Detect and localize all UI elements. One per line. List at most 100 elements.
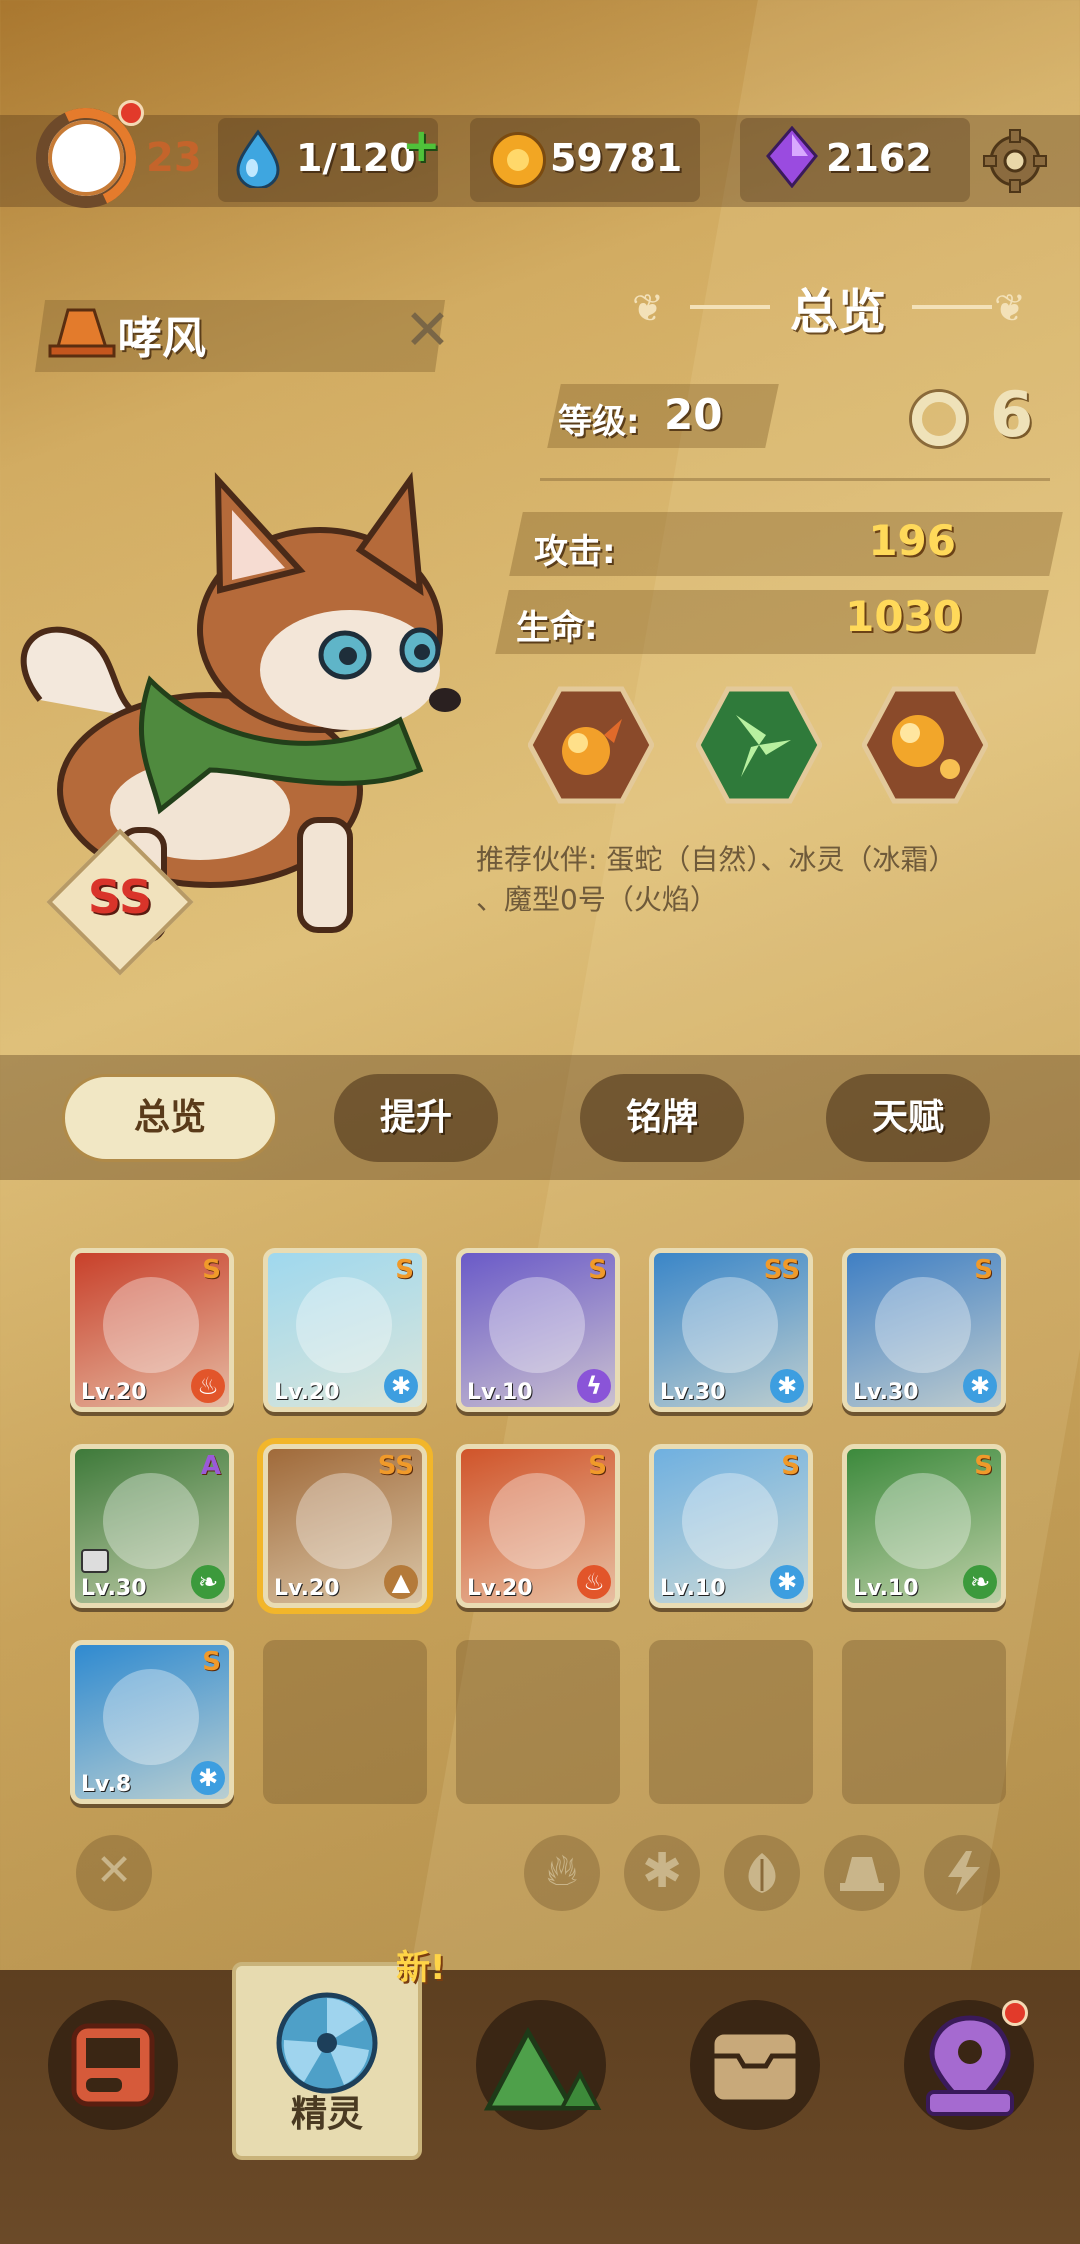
- star-count: 6: [990, 378, 1034, 451]
- pet-portrait: [682, 1277, 778, 1373]
- hp-label: 生命:: [516, 608, 598, 648]
- skill-wind-icon[interactable]: [696, 685, 822, 805]
- thunder-filter-icon: [948, 1851, 980, 1895]
- pet-rank: S: [781, 1451, 800, 1481]
- earth-element-icon: [48, 308, 116, 358]
- pet-card[interactable]: S Lv.8 ✱: [70, 1640, 234, 1804]
- pet-portrait: [103, 1277, 199, 1373]
- nature-element-icon: ❧: [191, 1565, 225, 1599]
- earth-filter-icon: [840, 1857, 884, 1891]
- pet-rank: S: [974, 1451, 993, 1481]
- pet-level: Lv.30: [853, 1380, 919, 1405]
- chest-icon: [709, 2029, 801, 2105]
- title-deco-right: [912, 305, 992, 309]
- pet-portrait: [296, 1277, 392, 1373]
- coin-icon: [490, 132, 546, 188]
- pet-portrait: [489, 1277, 585, 1373]
- pet-level: Lv.20: [81, 1380, 147, 1405]
- pet-level: Lv.10: [660, 1576, 726, 1601]
- pet-card[interactable]: S Lv.20 ♨: [70, 1248, 234, 1412]
- level-value: 20: [664, 390, 723, 439]
- coins-value: 59781: [550, 136, 683, 180]
- nav-device-button[interactable]: [48, 2000, 178, 2130]
- ice-element-icon: ✱: [384, 1369, 418, 1403]
- pet-rank: S: [974, 1255, 993, 1285]
- filter-earth-button[interactable]: [824, 1835, 900, 1911]
- pet-portrait: [875, 1473, 971, 1569]
- empty-slot: [649, 1640, 813, 1804]
- skill-fireball-icon[interactable]: [528, 685, 654, 805]
- pet-level: Lv.20: [274, 1576, 340, 1601]
- overview-title: 总览: [790, 284, 887, 340]
- pet-portrait: [103, 1669, 199, 1765]
- pet-level: Lv.20: [467, 1576, 533, 1601]
- add-stamina-icon[interactable]: +: [402, 118, 441, 172]
- pet-level: Lv.30: [81, 1576, 147, 1601]
- thunder-element-icon: ϟ: [577, 1369, 611, 1403]
- pet-card[interactable]: SS Lv.20 ▲: [263, 1444, 427, 1608]
- new-badge: 新!: [396, 1948, 446, 1988]
- pet-card[interactable]: S Lv.30 ✱: [842, 1248, 1006, 1412]
- pet-portrait: [296, 1473, 392, 1569]
- title-ornament-left-icon: ❦: [632, 286, 664, 330]
- fire-element-icon: ♨: [191, 1369, 225, 1403]
- attack-label: 攻击:: [534, 532, 616, 572]
- mountain-icon: [483, 2026, 602, 2111]
- attack-value: 196: [868, 516, 956, 565]
- recommend-line-1: 推荐伙伴: 蛋蛇（自然）、冰灵（冰霜）: [476, 843, 957, 876]
- pet-portrait: [875, 1277, 971, 1373]
- pet-card[interactable]: S Lv.20 ✱: [263, 1248, 427, 1412]
- pet-rank: S: [588, 1255, 607, 1285]
- skill-orb-icon[interactable]: [862, 685, 988, 805]
- hp-value: 1030: [845, 592, 962, 641]
- divider: [540, 478, 1050, 481]
- empty-slot: [842, 1640, 1006, 1804]
- tab-upgrade[interactable]: 提升: [334, 1074, 498, 1162]
- lock-icon: [81, 1549, 109, 1573]
- clear-icon: ✕: [95, 1845, 133, 1896]
- device-icon: [71, 2023, 155, 2107]
- pet-card[interactable]: S Lv.10 ❧: [842, 1444, 1006, 1608]
- star-ring-icon: [912, 392, 966, 446]
- recommend-line-2: 、魔型0号（火焰）: [476, 883, 718, 916]
- pet-name: 哮风: [118, 313, 206, 364]
- grade-text: SS: [87, 870, 153, 924]
- pet-card[interactable]: SS Lv.30 ✱: [649, 1248, 813, 1412]
- filter-nature-button[interactable]: [724, 1835, 800, 1911]
- pet-rank: S: [202, 1255, 221, 1285]
- ice-element-icon: ✱: [963, 1369, 997, 1403]
- pet-portrait: [489, 1473, 585, 1569]
- leaf-filter-icon: [748, 1853, 776, 1893]
- nav-pets-label: 精灵: [290, 2094, 363, 2135]
- nav-adventure-button[interactable]: [476, 2000, 606, 2130]
- pet-card[interactable]: S Lv.10 ✱: [649, 1444, 813, 1608]
- empty-slot: [456, 1640, 620, 1804]
- pet-rank: SS: [377, 1451, 414, 1481]
- water-drop-icon: [236, 129, 280, 188]
- level-label: 等级:: [558, 402, 640, 442]
- tab-nameplate[interactable]: 铭牌: [580, 1074, 744, 1162]
- gem-icon: [766, 126, 818, 188]
- fire-element-icon: ♨: [577, 1565, 611, 1599]
- ice-element-icon: ✱: [770, 1565, 804, 1599]
- pet-rank: SS: [763, 1255, 800, 1285]
- pet-card[interactable]: S Lv.20 ♨: [456, 1444, 620, 1608]
- filter-ice-button[interactable]: ✱: [624, 1835, 700, 1911]
- settings-gear-icon[interactable]: [982, 128, 1048, 194]
- pet-rank: A: [200, 1451, 221, 1481]
- pets-aperture-icon: [276, 1992, 378, 2094]
- tab-talent[interactable]: 天赋: [826, 1074, 990, 1162]
- filter-thunder-button[interactable]: [924, 1835, 1000, 1911]
- pet-level: Lv.10: [467, 1380, 533, 1405]
- clear-filter-button[interactable]: ✕: [76, 1835, 152, 1911]
- ice-element-icon: ✱: [191, 1761, 225, 1795]
- tab-overview[interactable]: 总览: [62, 1074, 278, 1162]
- close-icon[interactable]: ✕: [404, 298, 451, 363]
- pet-card[interactable]: S Lv.10 ϟ: [456, 1248, 620, 1412]
- pet-rank: S: [395, 1255, 414, 1285]
- filter-fire-button[interactable]: 🔥︎: [524, 1835, 600, 1911]
- pet-level: Lv.10: [853, 1576, 919, 1601]
- player-level: 23: [146, 135, 202, 181]
- pet-card[interactable]: A Lv.30 ❧: [70, 1444, 234, 1608]
- nav-backpack-button[interactable]: [690, 2000, 820, 2130]
